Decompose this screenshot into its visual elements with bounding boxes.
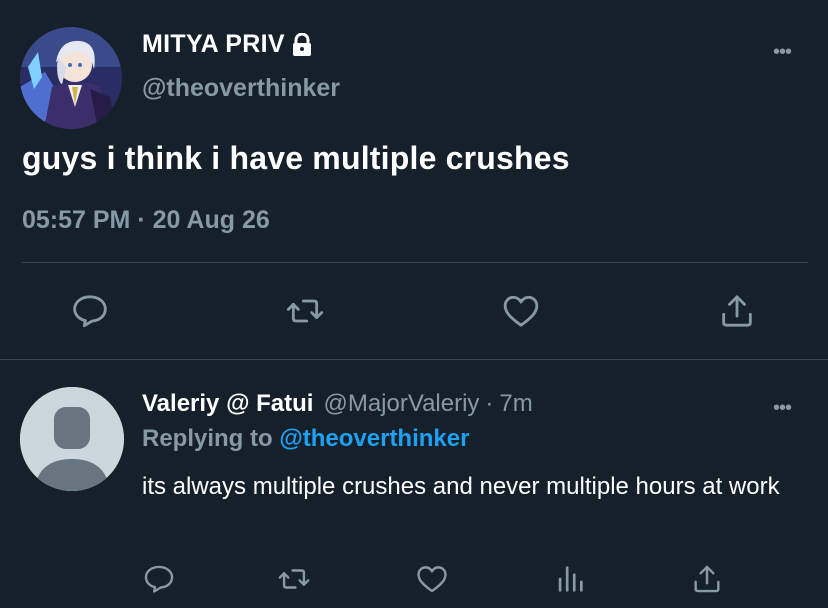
reply-more-menu-icon[interactable]: ••• xyxy=(773,398,792,418)
share-icon[interactable] xyxy=(717,291,757,331)
author-avatar[interactable] xyxy=(20,27,122,129)
share-icon[interactable] xyxy=(690,562,724,596)
like-icon[interactable] xyxy=(501,291,541,331)
author-name-text: MITYA PRIV xyxy=(142,30,285,58)
reply-author-handle[interactable]: @MajorValeriy xyxy=(323,390,479,418)
lock-icon xyxy=(291,32,313,57)
replying-to-mention[interactable]: @theoverthinker xyxy=(279,425,469,452)
reply-author-avatar[interactable] xyxy=(20,387,124,491)
reply-icon[interactable] xyxy=(70,291,110,331)
analytics-icon[interactable] xyxy=(553,562,587,596)
replying-to-label: Replying to xyxy=(142,425,273,452)
like-icon[interactable] xyxy=(415,562,449,596)
tweet-text: guys i think i have multiple crushes xyxy=(22,140,570,176)
separator-dot: · xyxy=(485,390,494,417)
tweet-timestamp[interactable]: 05:57 PM · 20 Aug 26 xyxy=(22,206,270,235)
reply-author-name[interactable]: Valeriy @ Fatui xyxy=(142,390,313,418)
author-display-name[interactable]: MITYA PRIV xyxy=(142,30,313,59)
reply-time[interactable]: 7m xyxy=(499,390,532,418)
retweet-icon[interactable] xyxy=(285,291,325,331)
author-handle[interactable]: @theoverthinker xyxy=(142,74,340,103)
replying-to-line: Replying to @theoverthinker xyxy=(142,425,469,453)
divider xyxy=(22,262,808,263)
retweet-icon[interactable] xyxy=(277,562,311,596)
reply-text: its always multiple crushes and never mu… xyxy=(142,473,780,500)
reply-header: Valeriy @ Fatui @MajorValeriy · 7m xyxy=(142,390,533,418)
divider xyxy=(0,359,828,360)
tweet-more-menu-icon[interactable]: ••• xyxy=(773,42,792,62)
reply-icon[interactable] xyxy=(142,562,176,596)
